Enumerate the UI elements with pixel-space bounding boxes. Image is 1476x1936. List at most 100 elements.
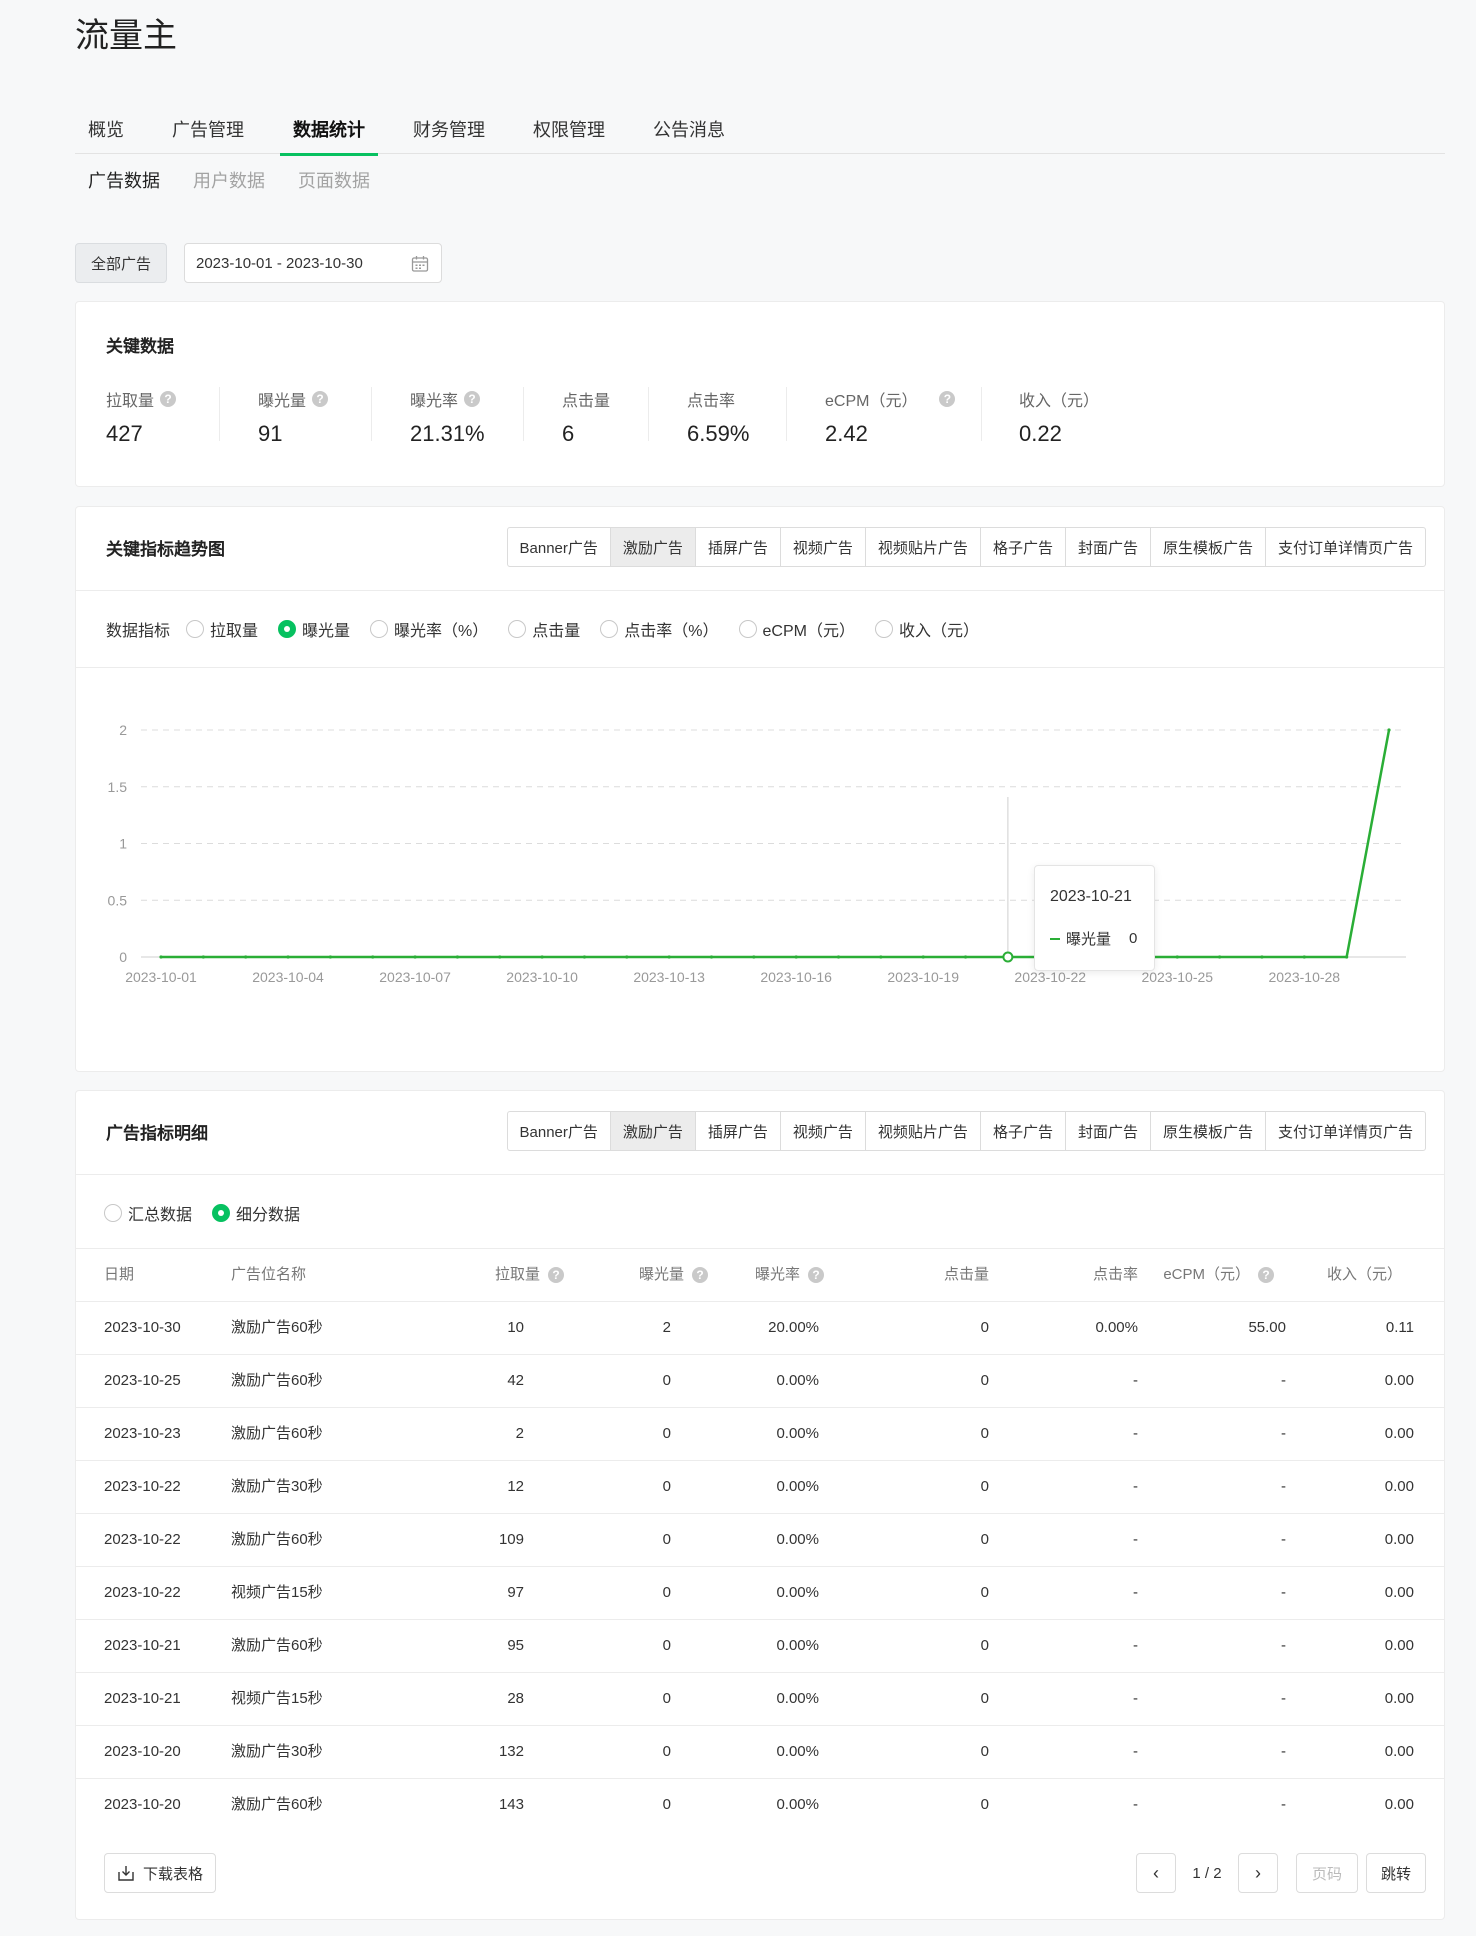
table-cell: 视频广告15秒 [231, 1584, 323, 1601]
ad-type-grid[interactable]: 格子广告 [981, 1112, 1066, 1150]
table-cell: 激励广告60秒 [231, 1796, 323, 1813]
ad-type-native-template[interactable]: 原生模板广告 [1151, 1112, 1266, 1150]
metric-radio-exposure-rate[interactable]: 曝光率（%） [370, 617, 488, 641]
column-header[interactable]: 点击量 [944, 1249, 989, 1301]
table-cell: 激励广告60秒 [231, 1425, 323, 1442]
data-point [286, 955, 290, 959]
y-tick-label: 1 [119, 836, 127, 852]
column-header[interactable]: 日期 [104, 1249, 134, 1301]
table-cell: 0 [980, 1637, 989, 1654]
tab-ad-management[interactable]: 广告管理 [159, 116, 257, 154]
ad-type-cover[interactable]: 封面广告 [1066, 1112, 1151, 1150]
table-row: 2023-10-21 视频广告15秒 28 0 0.00% 0 - - 0.00 [76, 1672, 1444, 1724]
table-cell: - [1133, 1690, 1138, 1707]
data-point [836, 955, 841, 959]
metric-radio-group: 数据指标 拉取量 曝光量 曝光率（%） 点击量 点击率（%） eCPM（元） 收… [106, 617, 999, 641]
radio-dot [186, 620, 205, 638]
divider [786, 387, 787, 441]
help-icon[interactable]: ? [808, 1267, 824, 1283]
prev-page-button[interactable]: ‹ [1136, 1853, 1176, 1893]
subtab-page-data[interactable]: 页面数据 [298, 167, 370, 193]
ad-type-banner[interactable]: Banner广告 [508, 528, 611, 566]
help-icon[interactable]: ? [1258, 1267, 1274, 1283]
tab-finance[interactable]: 财务管理 [400, 116, 498, 154]
table-row: 2023-10-22 激励广告30秒 12 0 0.00% 0 - - 0.00 [76, 1460, 1444, 1512]
download-table-button[interactable]: 下载表格 [104, 1853, 217, 1893]
table-cell: 0.00% [776, 1637, 819, 1654]
y-tick-label: 0.5 [108, 892, 128, 908]
y-tick-label: 2 [119, 722, 127, 738]
jump-button[interactable]: 跳转 [1366, 1853, 1426, 1893]
data-point [201, 955, 205, 959]
ad-type-cover[interactable]: 封面广告 [1066, 528, 1151, 566]
page-number-input[interactable]: 页码 [1296, 1853, 1358, 1893]
radio-label: 拉取量 [210, 623, 259, 640]
tab-data-statistics[interactable]: 数据统计 [280, 116, 378, 156]
column-header[interactable]: 曝光量? [639, 1249, 708, 1301]
subtab-ad-data[interactable]: 广告数据 [88, 167, 160, 193]
column-header[interactable]: eCPM（元）? [1163, 1249, 1274, 1301]
table-cell: 28 [507, 1690, 524, 1707]
ad-type-payment-detail[interactable]: 支付订单详情页广告 [1266, 528, 1425, 566]
date-range-picker[interactable]: 2023-10-01 - 2023-10-30 [184, 243, 442, 283]
data-point [244, 955, 248, 959]
help-icon[interactable]: ? [939, 391, 956, 407]
table-cell: 0 [662, 1478, 671, 1495]
help-icon[interactable]: ? [312, 391, 329, 407]
ad-type-video-patch[interactable]: 视频贴片广告 [866, 1112, 981, 1150]
ad-type-video[interactable]: 视频广告 [781, 528, 866, 566]
table-cell: 2023-10-20 [104, 1743, 181, 1760]
ad-type-payment-detail[interactable]: 支付订单详情页广告 [1266, 1112, 1425, 1150]
ad-type-interstitial[interactable]: 插屏广告 [696, 1112, 781, 1150]
metric-radio-click-rate[interactable]: 点击率（%） [600, 617, 719, 641]
view-mode-summary[interactable]: 汇总数据 [104, 1201, 192, 1225]
metric-radio-ecpm[interactable]: eCPM（元） [738, 617, 855, 641]
metric-radio-revenue[interactable]: 收入（元） [875, 617, 979, 641]
ad-type-native-template[interactable]: 原生模板广告 [1151, 528, 1266, 566]
metric-radio-clicks[interactable]: 点击量 [508, 617, 580, 641]
table-cell: 激励广告60秒 [231, 1531, 323, 1548]
metric-radio-pull[interactable]: 拉取量 [186, 617, 258, 641]
help-icon[interactable]: ? [692, 1267, 708, 1283]
table-cell: 0.00% [776, 1531, 819, 1548]
ad-type-video-patch[interactable]: 视频贴片广告 [866, 528, 981, 566]
table-cell: 0 [980, 1425, 989, 1442]
ad-scope-filter[interactable]: 全部广告 [75, 243, 167, 283]
ad-type-video[interactable]: 视频广告 [781, 1112, 866, 1150]
column-header[interactable]: 收入（元） [1327, 1249, 1402, 1301]
table-cell: - [1281, 1743, 1286, 1760]
legend-line-icon [1050, 937, 1060, 940]
ad-type-rewarded[interactable]: 激励广告 [610, 1112, 696, 1150]
help-icon[interactable]: ? [160, 391, 177, 407]
chevron-right-icon: › [1255, 1862, 1261, 1883]
ad-type-rewarded[interactable]: 激励广告 [610, 528, 696, 566]
detail-card: 广告指标明细 Banner广告 激励广告 插屏广告 视频广告 视频贴片广告 格子… [75, 1090, 1445, 1920]
trend-chart[interactable]: 0 0.5 1 1.5 2 2023-10-01 2023-10-04 2023-10-07 2… [76, 692, 1444, 1052]
tab-overview[interactable]: 概览 [75, 116, 137, 154]
next-page-button[interactable]: › [1238, 1853, 1278, 1893]
ad-type-grid[interactable]: 格子广告 [981, 528, 1066, 566]
table-cell: - [1281, 1478, 1286, 1495]
table-cell: - [1133, 1372, 1138, 1389]
table-row: 2023-10-21 激励广告60秒 95 0 0.00% 0 - - 0.00 [76, 1619, 1444, 1671]
divider [981, 387, 982, 441]
tab-permissions[interactable]: 权限管理 [520, 116, 618, 154]
column-header[interactable]: 广告位名称 [231, 1249, 306, 1301]
help-icon[interactable]: ? [464, 391, 481, 407]
ad-type-banner[interactable]: Banner广告 [508, 1112, 611, 1150]
column-header-label: 曝光率 [754, 1266, 800, 1283]
kpi-label: 点击率 [687, 393, 736, 410]
view-mode-breakdown[interactable]: 细分数据 [212, 1201, 300, 1225]
help-icon[interactable]: ? [548, 1267, 564, 1283]
subtab-user-data[interactable]: 用户数据 [193, 167, 265, 193]
metric-radio-exposure[interactable]: 曝光量 [278, 617, 350, 641]
ad-type-selector-detail: Banner广告 激励广告 插屏广告 视频广告 视频贴片广告 格子广告 封面广告… [506, 1111, 1426, 1151]
column-header[interactable]: 拉取量? [495, 1249, 564, 1301]
ad-type-interstitial[interactable]: 插屏广告 [696, 528, 781, 566]
tab-announcements[interactable]: 公告消息 [640, 116, 738, 154]
kpi-label: 收入（元） [1019, 393, 1100, 410]
table-cell: 0 [662, 1637, 671, 1654]
column-header[interactable]: 曝光率? [755, 1249, 824, 1301]
column-header[interactable]: 点击率 [1093, 1249, 1138, 1301]
radio-dot [508, 620, 527, 638]
